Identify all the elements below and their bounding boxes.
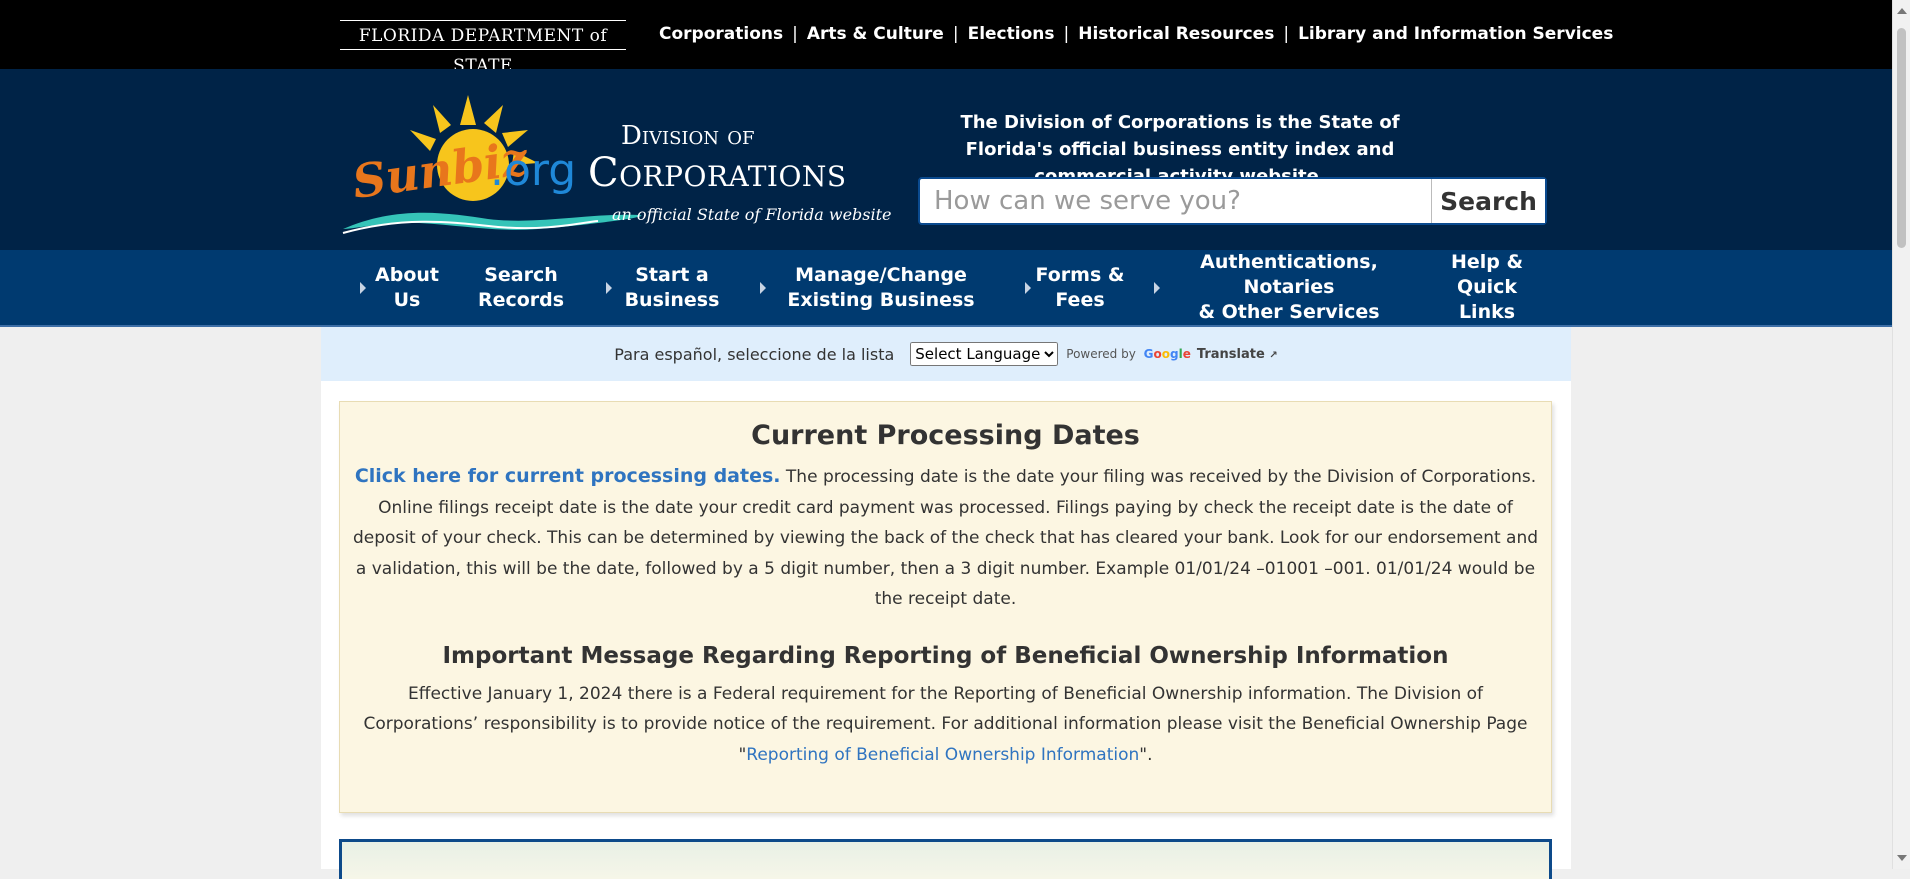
top-nav: Corporations | Arts & Culture | Election… xyxy=(659,22,1613,46)
search-button[interactable]: Search xyxy=(1431,179,1545,223)
language-select[interactable]: Select Language xyxy=(910,342,1059,366)
nav-arrow-icon xyxy=(1025,282,1031,294)
topnav-arts-culture[interactable]: Arts & Culture xyxy=(807,24,944,44)
translate-prompt: Para español, seleccione de la lista xyxy=(614,344,895,364)
topnav-corporations[interactable]: Corporations xyxy=(659,24,783,44)
nav-label: Existing Business xyxy=(787,288,975,311)
powered-by-label: Powered by Google xyxy=(1066,347,1191,361)
nav-label: Fees xyxy=(1055,288,1105,311)
topnav-elections[interactable]: Elections xyxy=(968,24,1055,44)
processing-dates-link[interactable]: Click here for current processing dates. xyxy=(355,465,781,487)
scroll-thumb[interactable] xyxy=(1897,28,1906,248)
translate-label: Translate xyxy=(1196,346,1265,362)
main-content: Para español, seleccione de la lista Sel… xyxy=(321,327,1571,879)
nav-arrow-icon xyxy=(1154,282,1160,294)
nav-label: Forms & xyxy=(1035,263,1125,286)
nav-label: Help & xyxy=(1450,251,1524,273)
nav-label: About xyxy=(375,263,439,286)
translate-link[interactable]: Translate ↗ xyxy=(1197,347,1278,362)
nav-start-business[interactable]: Start a Business xyxy=(620,250,724,325)
nav-label: Manage/Change xyxy=(795,263,967,286)
site-header: Sunbiz .org Division of Corporations an … xyxy=(0,69,1892,250)
nav-arrow-icon xyxy=(360,282,366,294)
external-link-icon: ↗ xyxy=(1269,349,1278,361)
nav-arrow-icon xyxy=(606,282,612,294)
bo-body-end: ". xyxy=(1139,744,1153,765)
topnav-separator: | xyxy=(1063,24,1070,44)
search-box: Search xyxy=(918,177,1547,225)
notice-body-text: The processing date is the date your fil… xyxy=(352,467,1539,609)
processing-notice: Current Processing Dates Click here for … xyxy=(339,401,1552,813)
florida-department-of-state-logo[interactable]: FLORIDA DEPARTMENT of STATE xyxy=(340,20,626,76)
sunbiz-logo[interactable]: Sunbiz .org Division of Corporations an … xyxy=(338,95,898,240)
nav-forms-fees[interactable]: Forms & Fees xyxy=(1033,250,1127,325)
notice-title: Current Processing Dates xyxy=(751,420,1140,451)
nav-label: Us xyxy=(393,288,421,311)
beneficial-ownership-body: Effective January 1, 2024 there is a Fed… xyxy=(351,679,1541,771)
page-scrollbar[interactable] xyxy=(1892,0,1910,869)
topnav-separator: | xyxy=(1283,24,1290,44)
nav-manage-change[interactable]: Manage/Change Existing Business xyxy=(785,250,977,325)
scroll-down-icon[interactable] xyxy=(1897,855,1907,861)
powered-by-text: Powered by xyxy=(1066,347,1136,361)
nav-label: Quick xyxy=(1456,276,1518,298)
logo-corporations-text: Corporations xyxy=(588,150,847,196)
translate-bar: Para español, seleccione de la lista Sel… xyxy=(321,327,1571,381)
logo-org-text: .org xyxy=(490,145,577,196)
nav-label: Authentications, Notaries xyxy=(1200,251,1378,298)
search-input[interactable] xyxy=(920,179,1431,223)
topnav-historical-resources[interactable]: Historical Resources xyxy=(1078,24,1274,44)
topnav-library[interactable]: Library and Information Services xyxy=(1298,24,1613,44)
nav-about-us[interactable]: About Us xyxy=(371,250,443,325)
scroll-up-icon[interactable] xyxy=(1897,8,1907,14)
nav-label: Start a xyxy=(635,263,709,286)
notice-subtitle: Important Message Regarding Reporting of… xyxy=(442,642,1449,669)
nav-label: Records xyxy=(477,288,565,311)
nav-authentications[interactable]: Authentications, Notaries & Other Service… xyxy=(1163,250,1415,325)
main-nav: About Us Search Records Start a Business Ma… xyxy=(0,250,1892,327)
nav-help-quick-links[interactable]: Help & Quick Links xyxy=(1440,250,1534,325)
notice-body: Click here for current processing dates.… xyxy=(351,461,1541,615)
nav-arrow-icon xyxy=(760,282,766,294)
nav-label: Business xyxy=(624,288,720,311)
beneficial-ownership-link[interactable]: Reporting of Beneficial Ownership Inform… xyxy=(746,745,1139,765)
nav-search-records[interactable]: Search Records xyxy=(473,250,569,325)
logo-official-text: an official State of Florida website xyxy=(612,205,892,224)
nav-label: Links xyxy=(1458,301,1516,323)
nav-label: & Other Services xyxy=(1198,301,1380,323)
topnav-separator: | xyxy=(792,24,798,44)
banner-frame xyxy=(339,839,1552,879)
google-logo-icon: Google xyxy=(1143,347,1191,361)
top-bar: FLORIDA DEPARTMENT of STATE Corporations… xyxy=(0,0,1892,76)
nav-label: Search xyxy=(484,263,558,286)
topnav-separator: | xyxy=(952,24,959,44)
logo-division-text: Division of xyxy=(621,121,755,151)
